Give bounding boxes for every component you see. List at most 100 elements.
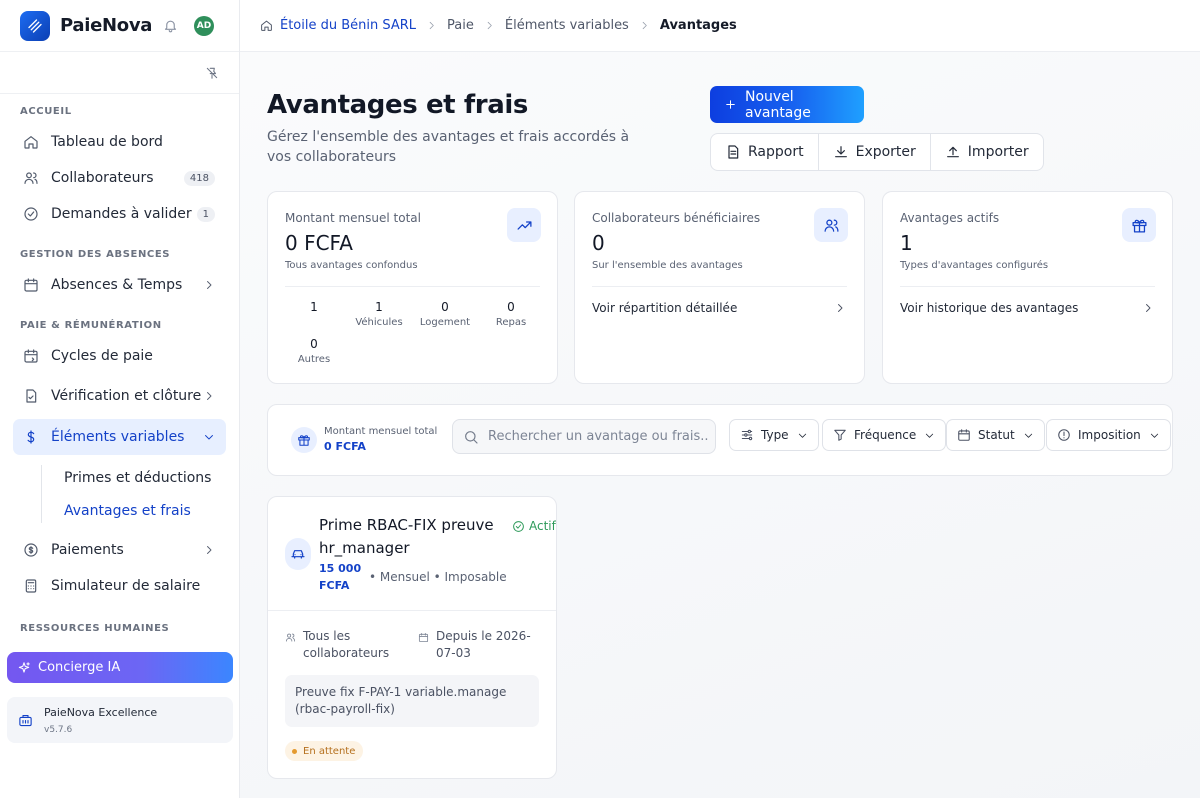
card-value: 0 FCFA bbox=[285, 231, 353, 255]
main-content: Avantages et frais Gérez l'ensemble des … bbox=[240, 52, 1200, 798]
plan-name: PaieNova Excellence bbox=[44, 705, 158, 719]
breadcrumb-current: Avantages bbox=[659, 18, 737, 33]
chevron-down-icon bbox=[924, 430, 935, 441]
filter-bar: Montant mensuel total 0 FCFA Type Fréque… bbox=[267, 404, 1173, 476]
search-input[interactable] bbox=[488, 429, 708, 444]
stat-autres: 0 Autres bbox=[284, 337, 344, 365]
sidebar-item-label: Éléments variables bbox=[51, 429, 185, 445]
divider bbox=[285, 286, 540, 287]
card-label: Collaborateurs bénéficiaires bbox=[592, 211, 761, 225]
frequency-filter-label: Fréquence bbox=[854, 428, 917, 442]
calendar-icon bbox=[957, 428, 971, 442]
breadcrumb-elements[interactable]: Éléments variables bbox=[505, 18, 629, 33]
calendar-icon bbox=[23, 277, 40, 293]
status-filter[interactable]: Statut bbox=[946, 419, 1045, 451]
sidebar-item-elements[interactable]: Éléments variables bbox=[13, 419, 226, 455]
chevron-right-icon bbox=[203, 279, 215, 291]
home-icon bbox=[23, 134, 40, 150]
sidebar-item-collaborateurs[interactable]: Collaborateurs 418 bbox=[13, 161, 226, 195]
pin-off-icon[interactable] bbox=[205, 66, 219, 80]
scope-text: Tous les collaborateurs bbox=[303, 629, 390, 660]
tax-filter-label: Imposition bbox=[1078, 428, 1141, 442]
export-button[interactable]: Exporter bbox=[819, 134, 931, 170]
sidebar-subitem-primes[interactable]: Primes et déductions bbox=[51, 461, 226, 494]
new-advantage-button[interactable]: Nouvel avantage bbox=[710, 86, 864, 123]
history-link[interactable]: Voir historique des avantages bbox=[900, 301, 1078, 315]
active-advantages-card: Avantages actifs 1 Types d'avantages con… bbox=[882, 191, 1173, 384]
calculator-icon bbox=[23, 578, 40, 594]
since-text: Depuis le 2026-07-03 bbox=[436, 629, 531, 660]
status-badge: Actif bbox=[512, 519, 556, 533]
frequency-filter[interactable]: Fréquence bbox=[822, 419, 947, 451]
stat-repas: 0 Repas bbox=[481, 300, 541, 328]
sidebar-item-paiements[interactable]: Paiements bbox=[13, 533, 226, 567]
card-note: Tous avantages confondus bbox=[285, 260, 418, 271]
advantage-name: Prime RBAC-FIX preuve hr_manager bbox=[319, 516, 494, 557]
bell-icon[interactable] bbox=[163, 18, 178, 33]
breadcrumb-company[interactable]: Étoile du Bénin SARL bbox=[280, 18, 416, 33]
chevron-down-icon bbox=[203, 431, 215, 443]
users-icon bbox=[814, 208, 848, 242]
chevron-right-icon[interactable] bbox=[834, 302, 846, 314]
chevron-right-icon[interactable] bbox=[1142, 302, 1154, 314]
card-value: 1 bbox=[900, 231, 913, 255]
sidebar-item-label: Cycles de paie bbox=[51, 348, 153, 364]
page-title: Avantages et frais bbox=[267, 90, 528, 120]
home-icon[interactable] bbox=[260, 19, 273, 32]
sidebar-item-label: Collaborateurs bbox=[51, 170, 154, 186]
section-paie: PAIE & RÉMUNÉRATION bbox=[20, 320, 162, 331]
card-note: Sur l'ensemble des avantages bbox=[592, 260, 743, 271]
import-button[interactable]: Importer bbox=[931, 134, 1043, 170]
count-badge: 418 bbox=[183, 170, 215, 186]
sidebar-item-verification[interactable]: Vérification et clôture bbox=[13, 379, 226, 413]
beneficiaries-card: Collaborateurs bénéficiaires 0 Sur l'ens… bbox=[574, 191, 865, 384]
advantage-card[interactable]: Prime RBAC-FIX preuve hr_manager Actif 1… bbox=[267, 496, 557, 779]
concierge-ia-button[interactable]: Concierge IA bbox=[7, 652, 233, 683]
tax-filter[interactable]: Imposition bbox=[1046, 419, 1171, 451]
users-icon bbox=[23, 170, 40, 186]
sidebar-subitem-avantages[interactable]: Avantages et frais bbox=[51, 494, 226, 527]
distribution-link[interactable]: Voir répartition détaillée bbox=[592, 301, 737, 315]
sidebar-item-simulateur[interactable]: Simulateur de salaire bbox=[13, 569, 226, 603]
report-button[interactable]: Rapport bbox=[711, 134, 819, 170]
breadcrumb-paie[interactable]: Paie bbox=[447, 18, 474, 33]
chevron-down-icon bbox=[1149, 430, 1160, 441]
chevron-right-icon bbox=[426, 20, 437, 31]
stat-total: 1 bbox=[284, 300, 344, 317]
alert-circle-icon bbox=[1057, 428, 1071, 442]
logo-icon[interactable] bbox=[20, 10, 50, 41]
filter-total-label: Montant mensuel total bbox=[324, 426, 438, 437]
status-label: Actif bbox=[529, 519, 556, 533]
download-icon bbox=[833, 144, 849, 160]
app-name: PaieNova bbox=[60, 15, 153, 36]
type-filter[interactable]: Type bbox=[729, 419, 819, 451]
page-subtitle: Gérez l'ensemble des avantages et frais … bbox=[267, 129, 630, 165]
card-note: Types d'avantages configurés bbox=[900, 260, 1049, 271]
sidebar-item-label: Tableau de bord bbox=[51, 134, 163, 150]
search-box[interactable] bbox=[452, 419, 716, 454]
chevron-right-icon bbox=[203, 544, 215, 556]
sidebar-item-absences[interactable]: Absences & Temps bbox=[13, 268, 226, 302]
avatar[interactable]: AD bbox=[194, 16, 214, 36]
sidebar-item-dashboard[interactable]: Tableau de bord bbox=[13, 125, 226, 159]
sidebar-item-demandes[interactable]: Demandes à valider 1 bbox=[13, 197, 226, 231]
stat-number: 0 bbox=[441, 300, 449, 314]
new-advantage-label: Nouvel avantage bbox=[745, 88, 811, 121]
chevron-right-icon bbox=[203, 390, 215, 402]
chevron-right-icon bbox=[484, 20, 495, 31]
plan-card[interactable]: PaieNova Excellence v5.7.6 bbox=[7, 697, 233, 743]
coin-icon bbox=[23, 542, 40, 558]
stat-logement: 0 Logement bbox=[415, 300, 475, 328]
building-icon bbox=[18, 713, 33, 728]
sidebar-nav: ACCUEIL Tableau de bord Collaborateurs 4… bbox=[0, 94, 239, 648]
chevron-down-icon bbox=[797, 430, 808, 441]
sidebar-item-label: Vérification et clôture bbox=[51, 388, 202, 404]
actions-group: Rapport Exporter Importer bbox=[710, 133, 1044, 171]
sidebar-item-cycles[interactable]: Cycles de paie bbox=[13, 339, 226, 373]
stat-vehicules: 1 Véhicules bbox=[349, 300, 409, 328]
divider bbox=[900, 286, 1155, 287]
advantage-meta: • Mensuel • Imposable bbox=[369, 570, 507, 584]
card-label: Avantages actifs bbox=[900, 211, 1000, 225]
sliders-icon bbox=[740, 428, 754, 442]
gift-icon bbox=[1122, 208, 1156, 242]
